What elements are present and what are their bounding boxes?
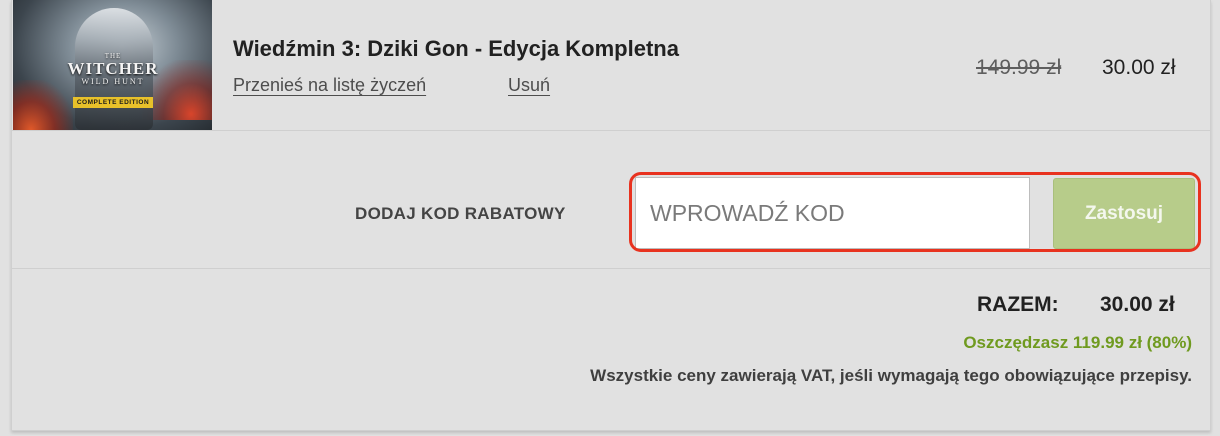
game-cover-image[interactable]: THE WITCHER WILD HUNT COMPLETE EDITION [13,0,212,130]
product-title[interactable]: Wiedźmin 3: Dziki Gon - Edycja Kompletna [233,36,679,62]
savings-text: Oszczędzasz 119.99 zł (80%) [963,333,1192,352]
cart-panel: THE WITCHER WILD HUNT COMPLETE EDITION W… [11,0,1211,431]
remove-item-link[interactable]: Usuń [508,75,550,96]
original-price: 149.99 zł [976,56,1062,79]
divider [12,268,1210,269]
cart-item-row: THE WITCHER WILD HUNT COMPLETE EDITION W… [12,0,1210,130]
total-value: 30.00 zł [1100,293,1175,316]
divider [12,130,1210,131]
discounted-price: 30.00 zł [1102,56,1176,79]
cover-fire-left [13,80,73,130]
logo-name: WITCHER [67,59,159,78]
vat-note: Wszystkie ceny zawierają VAT, jeśli wyma… [590,366,1192,385]
game-logo: THE WITCHER WILD HUNT [61,52,165,86]
coupon-highlight-outline [629,172,1201,252]
coupon-label: DODAJ KOD RABATOWY [355,204,566,223]
edition-badge: COMPLETE EDITION [73,97,153,108]
logo-subtitle: WILD HUNT [81,77,145,86]
move-to-wishlist-link[interactable]: Przenieś na listę życzeń [233,75,426,96]
total-label: RAZEM: [977,293,1059,316]
